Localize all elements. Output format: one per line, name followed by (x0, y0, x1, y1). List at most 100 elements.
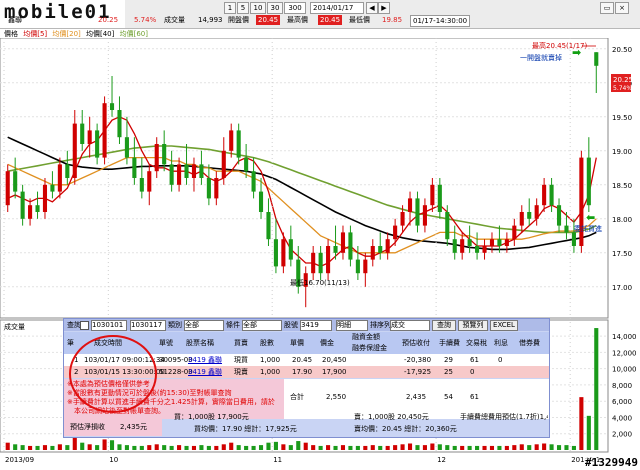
header-margin: 融資金額 融券保證金 (352, 333, 387, 352)
row-shares: 1,000 (260, 368, 281, 376)
volume-bar (20, 445, 25, 450)
candle-body (475, 246, 480, 253)
candle-body (244, 157, 249, 172)
header-interest: 利息 (494, 339, 508, 347)
period-count-input[interactable]: 300 (284, 2, 306, 14)
volume-bar (467, 445, 472, 450)
candle-body (20, 191, 25, 219)
detail-select[interactable]: 明細 (336, 320, 368, 331)
query-checkbox[interactable] (80, 321, 89, 330)
candle-body (184, 164, 189, 178)
row-stock[interactable]: 3419 鑫聯 (188, 354, 222, 366)
candle-body (333, 246, 338, 253)
x-tick-label: 10 (109, 456, 118, 464)
total-label: 合計 (290, 393, 304, 401)
volume-bar (497, 445, 502, 450)
prev-button[interactable]: ◀ (366, 2, 378, 14)
volume-bar (281, 444, 286, 450)
date-from-input[interactable]: 1030101 (91, 320, 127, 331)
volume-bar (42, 445, 48, 450)
code-input[interactable]: 3419 (300, 320, 332, 331)
condition-select[interactable]: 全部 (242, 320, 282, 331)
change-percent: 5.74% (134, 16, 157, 24)
volume-bar (542, 443, 547, 450)
period-button-5[interactable]: 5 (237, 2, 249, 14)
profit-value: 2,435元 (120, 423, 148, 431)
volume-tick-label: 6,000 (612, 398, 632, 406)
candle-body (348, 232, 353, 260)
sell-tag: 一開盤就賣掉 (520, 53, 562, 62)
volume-bar (430, 443, 435, 450)
x-tick-label: 2013/09 (5, 456, 34, 464)
header-amount: 價金 (320, 339, 334, 347)
volume-bar (50, 445, 55, 450)
x-tick-label: 12 (437, 456, 446, 464)
volume-bar (147, 445, 152, 450)
candle-body (489, 239, 495, 246)
price-tick-label: 18.00 (612, 216, 632, 224)
volume-bar (13, 444, 18, 450)
excel-button[interactable]: EXCEL (490, 320, 518, 331)
candle-body (385, 239, 390, 253)
volume-bar (102, 439, 107, 450)
header-order: 單號 (159, 339, 173, 347)
highlight-circle (69, 335, 157, 413)
date-select[interactable]: 2014/01/17 (310, 2, 364, 14)
volume-bar (65, 445, 70, 450)
volume-bar (5, 442, 10, 450)
date-to-input[interactable]: 1030117 (130, 320, 166, 331)
candle-body (355, 259, 360, 274)
volume-bar (422, 445, 427, 450)
volume-bar (35, 445, 40, 450)
volume-bar (311, 445, 316, 450)
top-toolbar: mobile01 1 5 10 30 300 2014/01/17 ◀ ▶ ▭ … (0, 0, 640, 29)
volume-bar (519, 444, 524, 450)
volume-bar (251, 445, 256, 450)
candle-body (564, 225, 569, 233)
row-side: 現賣 (234, 368, 248, 376)
price-tick-label: 18.50 (612, 182, 632, 190)
preview-button[interactable]: 預覽列 (458, 320, 488, 331)
candle-body (556, 205, 562, 226)
volume-bar (214, 445, 219, 450)
candle-body (28, 205, 33, 219)
candle-body (452, 239, 457, 253)
next-button[interactable]: ▶ (378, 2, 390, 14)
sort-select[interactable]: 成交 (390, 320, 430, 331)
price-tick-label: 19.50 (612, 114, 632, 122)
volume-bar (72, 437, 77, 450)
volume-tick-label: 2,000 (612, 431, 632, 439)
candle-body (460, 239, 465, 253)
sell-summary: 賣：1,000股 20,450元 (354, 413, 429, 421)
volume-value: 14,993 (198, 16, 223, 24)
candle-body (549, 184, 554, 206)
low-value: 19.85 (382, 16, 403, 24)
period-button-30[interactable]: 30 (267, 2, 283, 14)
period-button-1[interactable]: 1 (224, 2, 236, 14)
volume-bar (549, 444, 554, 450)
candle-body (199, 164, 204, 178)
row-tax: 0 (470, 368, 475, 376)
legend-ma20: 均價[20] (52, 30, 81, 38)
period-button-10[interactable]: 10 (250, 2, 266, 14)
price-tick-label: 17.00 (612, 284, 632, 292)
volume-bar (460, 445, 465, 450)
candle-body (229, 130, 234, 151)
volume-title: 成交量 (4, 322, 25, 331)
row-stock[interactable]: 3419 鑫聯 (188, 366, 222, 378)
candle-body (214, 178, 219, 199)
condition-label: 條件 (226, 321, 240, 329)
volume-bar (378, 445, 383, 450)
query-button[interactable]: 查詢 (432, 320, 456, 331)
volume-bar (326, 445, 331, 450)
open-value: 20.45 (256, 15, 281, 25)
volume-bar (415, 445, 420, 450)
close-icon[interactable]: × (615, 2, 629, 14)
restore-button[interactable]: ▭ (600, 2, 614, 14)
candle-body (273, 239, 278, 267)
last-price-tag-value: 20.25 (613, 76, 633, 84)
volume-bar (191, 445, 197, 450)
volume-tick-label: 10,000 (612, 366, 637, 374)
category-select[interactable]: 全部 (184, 320, 224, 331)
volume-bar (348, 445, 353, 450)
